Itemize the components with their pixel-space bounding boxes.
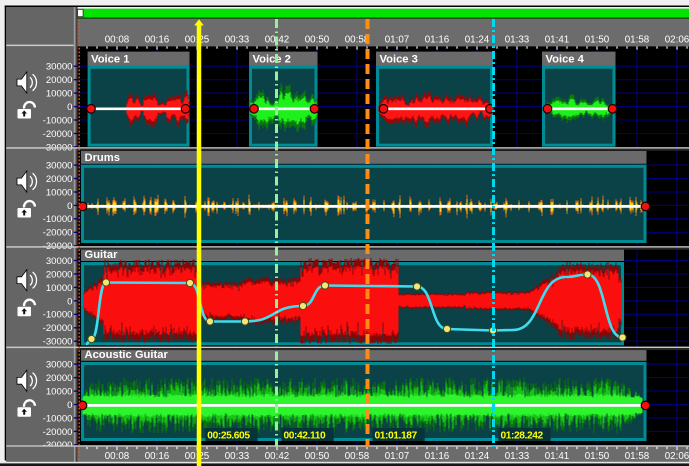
svg-text:01:41: 01:41: [545, 451, 570, 462]
svg-text:Voice 1: Voice 1: [91, 54, 129, 66]
svg-text:01:24: 01:24: [465, 451, 490, 462]
svg-text:00:08: 00:08: [105, 35, 130, 46]
svg-text:20000: 20000: [46, 373, 73, 384]
svg-text:0: 0: [67, 296, 72, 307]
svg-text:Guitar: Guitar: [85, 249, 119, 261]
svg-text:01:58: 01:58: [625, 451, 650, 462]
svg-text:20000: 20000: [46, 174, 73, 185]
svg-text:01:07: 01:07: [385, 35, 410, 46]
svg-text:20000: 20000: [46, 269, 73, 280]
svg-text:00:25.605: 00:25.605: [207, 430, 250, 441]
svg-text:20000: 20000: [46, 75, 73, 86]
svg-text:30000: 30000: [46, 360, 73, 371]
svg-text:0: 0: [67, 400, 72, 411]
svg-text:02:06: 02:06: [665, 451, 689, 462]
svg-text:-10000: -10000: [43, 214, 73, 225]
svg-text:00:33: 00:33: [225, 35, 250, 46]
svg-text:-30000: -30000: [43, 337, 73, 348]
svg-text:02:06: 02:06: [665, 35, 689, 46]
svg-text:Voice 4: Voice 4: [546, 54, 585, 66]
svg-text:01:01.187: 01:01.187: [375, 430, 418, 441]
svg-text:-20000: -20000: [43, 228, 73, 239]
svg-text:Drums: Drums: [85, 152, 120, 164]
svg-text:01:50: 01:50: [585, 35, 610, 46]
svg-text:01:16: 01:16: [425, 451, 450, 462]
svg-text:01:16: 01:16: [425, 35, 450, 46]
svg-text:30000: 30000: [46, 62, 73, 73]
svg-text:-10000: -10000: [43, 310, 73, 321]
svg-text:01:58: 01:58: [625, 35, 650, 46]
svg-text:-20000: -20000: [43, 323, 73, 334]
svg-text:00:50: 00:50: [305, 451, 330, 462]
svg-text:-20000: -20000: [43, 129, 73, 140]
svg-text:Acoustic Guitar: Acoustic Guitar: [85, 349, 169, 361]
svg-text:10000: 10000: [46, 89, 73, 100]
svg-text:-20000: -20000: [43, 427, 73, 438]
svg-text:00:50: 00:50: [305, 35, 330, 46]
svg-text:00:33: 00:33: [225, 451, 250, 462]
svg-text:01:24: 01:24: [465, 35, 490, 46]
svg-text:10000: 10000: [46, 283, 73, 294]
svg-text:Voice 2: Voice 2: [253, 54, 291, 66]
svg-text:30000: 30000: [46, 256, 73, 267]
svg-text:00:08: 00:08: [105, 451, 130, 462]
svg-text:01:07: 01:07: [385, 451, 410, 462]
svg-text:10000: 10000: [46, 386, 73, 397]
svg-text:0: 0: [67, 102, 72, 113]
svg-text:0: 0: [67, 201, 72, 212]
svg-text:01:50: 01:50: [585, 451, 610, 462]
svg-text:01:33: 01:33: [505, 35, 530, 46]
svg-text:01:28.242: 01:28.242: [501, 430, 544, 441]
svg-text:01:33: 01:33: [505, 451, 530, 462]
svg-text:00:42: 00:42: [265, 451, 290, 462]
svg-text:30000: 30000: [46, 161, 73, 172]
svg-text:00:58: 00:58: [345, 451, 370, 462]
svg-text:10000: 10000: [46, 187, 73, 198]
svg-text:00:42.110: 00:42.110: [284, 430, 326, 441]
svg-text:-10000: -10000: [43, 116, 73, 127]
svg-text:00:16: 00:16: [145, 35, 170, 46]
svg-text:Voice 3: Voice 3: [380, 54, 418, 66]
svg-text:00:16: 00:16: [145, 451, 170, 462]
svg-text:01:41: 01:41: [545, 35, 570, 46]
svg-text:-10000: -10000: [43, 413, 73, 424]
